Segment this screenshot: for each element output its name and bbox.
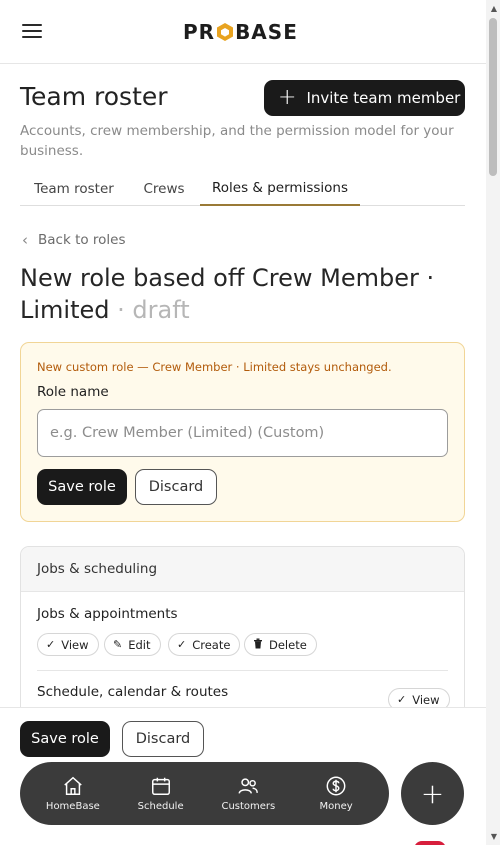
back-to-roles-link[interactable]: ‹ Back to roles — [22, 231, 126, 249]
nav-label: HomeBase — [45, 801, 100, 812]
discard-button[interactable]: Discard — [135, 469, 217, 505]
notification-badge — [414, 841, 446, 845]
tab-bar: Team roster Crews Roles & permissions — [20, 172, 465, 206]
logo-hexagon-icon — [216, 22, 234, 42]
chip-label: View — [412, 692, 440, 707]
chevron-left-icon: ‹ — [22, 231, 28, 249]
edit-permission-chip[interactable]: ✎ Edit — [104, 633, 161, 656]
tab-roles-permissions[interactable]: Roles & permissions — [200, 172, 360, 206]
page-title: Team roster — [20, 82, 168, 111]
tab-crews[interactable]: Crews — [128, 172, 200, 206]
scroll-up-arrow-icon[interactable]: ▲ — [491, 4, 497, 13]
dollar-icon — [326, 776, 346, 796]
hamburger-icon[interactable] — [22, 24, 42, 40]
role-name-input[interactable] — [37, 409, 448, 457]
chip-label: View — [61, 637, 89, 652]
permission-row-title: Jobs & appointments — [37, 606, 178, 622]
pencil-icon: ✎ — [113, 638, 123, 651]
home-icon — [64, 776, 82, 795]
save-role-button[interactable]: Save role — [37, 469, 127, 505]
nav-schedule[interactable]: Schedule — [117, 762, 205, 825]
bottom-navigation: HomeBase Schedule Customers Money — [20, 762, 389, 825]
nav-money[interactable]: Money — [292, 762, 380, 825]
top-bar: PR BASE — [0, 0, 486, 64]
chip-label: Create — [192, 637, 231, 652]
permission-row-title: Schedule, calendar & routes — [37, 684, 229, 700]
plus-icon: + — [278, 85, 297, 110]
divider — [37, 670, 448, 671]
check-icon: ✓ — [397, 693, 407, 706]
probase-logo[interactable]: PR BASE — [183, 20, 298, 44]
tab-team-roster[interactable]: Team roster — [20, 172, 128, 206]
check-icon: ✓ — [177, 638, 187, 651]
check-icon: ✓ — [46, 638, 56, 651]
notice-text: New custom role — Crew Member · Limited … — [37, 360, 392, 374]
chip-label: Delete — [269, 637, 307, 652]
nav-label: Customers — [221, 801, 276, 812]
draft-status: · draft — [117, 296, 190, 324]
role-title: New role based off Crew Member · Limited… — [20, 262, 460, 326]
chip-label: Edit — [128, 637, 151, 652]
invite-team-member-button[interactable]: + Invite team member — [264, 80, 465, 116]
nav-customers[interactable]: Customers — [205, 762, 293, 825]
add-fab-button[interactable]: + — [401, 762, 464, 825]
plus-icon: + — [420, 777, 445, 810]
back-link-label: Back to roles — [38, 232, 126, 248]
delete-permission-chip[interactable]: Delete — [244, 633, 317, 656]
nav-label: Money — [319, 801, 353, 812]
scrollbar-thumb[interactable] — [489, 18, 497, 176]
scrollbar[interactable]: ▲ ▼ — [486, 0, 500, 845]
nav-label: Schedule — [137, 801, 184, 812]
page-subtitle: Accounts, crew membership, and the permi… — [20, 123, 454, 159]
trash-icon — [253, 638, 263, 652]
scroll-down-arrow-icon[interactable]: ▼ — [491, 832, 497, 841]
nav-homebase[interactable]: HomeBase — [29, 762, 117, 825]
new-role-form: New custom role — Crew Member · Limited … — [20, 342, 465, 522]
role-name-label: Role name — [37, 384, 109, 400]
calendar-icon — [151, 777, 170, 795]
sticky-save-role-button[interactable]: Save role — [20, 721, 110, 757]
users-icon — [238, 778, 259, 794]
role-title-text: New role based off Crew Member · Limited — [20, 264, 435, 324]
create-permission-chip[interactable]: ✓ Create — [168, 633, 241, 656]
sticky-discard-button[interactable]: Discard — [122, 721, 204, 757]
view-permission-chip[interactable]: ✓ View — [37, 633, 99, 656]
section-title: Jobs & scheduling — [21, 547, 464, 592]
invite-button-label: Invite team member — [306, 89, 461, 107]
